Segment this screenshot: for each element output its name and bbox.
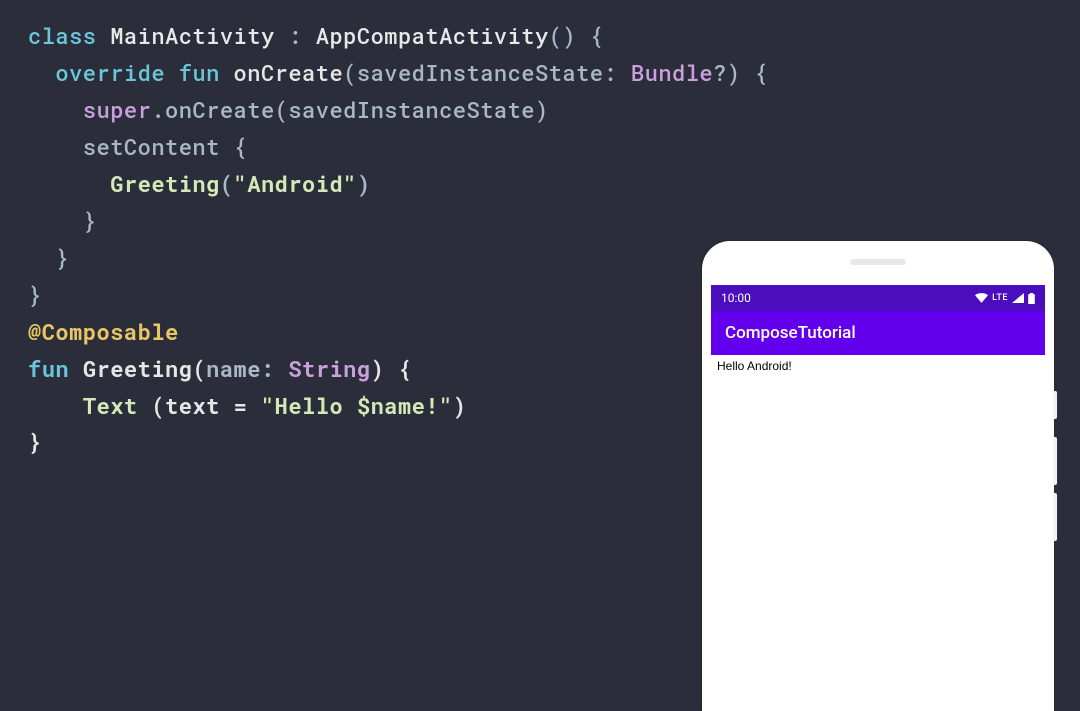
phone-screen: 10:00 LTE ComposeTutorial Hello Android! [711, 285, 1045, 711]
dot: . [151, 95, 165, 124]
paren: ) [357, 169, 371, 198]
paren: ) [371, 354, 385, 383]
brace: } [28, 427, 42, 456]
code-line: } [28, 203, 1052, 240]
status-bar: 10:00 LTE [711, 285, 1045, 311]
paren: ( [343, 58, 357, 87]
brace: } [83, 206, 97, 235]
phone-power-button [1053, 391, 1057, 419]
paren: ( [192, 354, 206, 383]
brace: { [220, 132, 247, 161]
call-greeting: Greeting [110, 169, 220, 198]
screen-content: Hello Android! [711, 355, 1045, 711]
method-name: onCreate [234, 58, 344, 87]
phone-speaker [850, 259, 906, 265]
code-line: super.onCreate(savedInstanceState) [28, 92, 1052, 129]
code-line: setContent { [28, 129, 1052, 166]
call: setContent [83, 132, 220, 161]
colon: : [261, 354, 288, 383]
type: String [288, 354, 370, 383]
phone-mockup: 10:00 LTE ComposeTutorial Hello Android! [702, 241, 1054, 711]
brace: { [576, 21, 603, 50]
status-icons: LTE [975, 293, 1035, 304]
phone-volume-down-button [1053, 493, 1057, 541]
colon: : [604, 58, 631, 87]
lte-label: LTE [992, 293, 1008, 303]
qmark: ? [713, 58, 727, 87]
call: onCreate [165, 95, 275, 124]
keyword-fun: fun [179, 58, 220, 87]
status-time: 10:00 [721, 291, 751, 305]
app-title: ComposeTutorial [725, 323, 856, 343]
func-name: Greeting [83, 354, 193, 383]
brace: } [55, 243, 69, 272]
class-name: MainActivity [110, 21, 274, 50]
type: Bundle [631, 58, 713, 87]
paren: ) [453, 391, 467, 420]
code-line: Greeting("Android") [28, 166, 1052, 203]
super-kw: super [83, 95, 152, 124]
paren: ( [220, 169, 234, 198]
parent-class: AppCompatActivity [316, 21, 549, 50]
body-text: Hello Android! [717, 359, 792, 373]
brace: } [28, 280, 42, 309]
annotation: @Composable [28, 317, 179, 346]
keyword-class: class [28, 21, 97, 50]
string-literal: "Android" [234, 169, 357, 198]
wifi-icon [975, 293, 988, 303]
code-line: class MainActivity : AppCompatActivity()… [28, 18, 1052, 55]
string-literal: "Hello $name!" [261, 391, 453, 420]
code-line: override fun onCreate(savedInstanceState… [28, 55, 1052, 92]
signal-icon [1012, 293, 1024, 303]
parens: () [549, 21, 576, 50]
phone-volume-up-button [1053, 437, 1057, 485]
brace: { [741, 58, 768, 87]
keyword-fun: fun [28, 354, 69, 383]
call-text: Text [83, 391, 138, 420]
battery-icon [1028, 293, 1035, 304]
args: (text = [138, 391, 261, 420]
app-bar: ComposeTutorial [711, 311, 1045, 355]
colon: : [275, 21, 316, 50]
keyword-override: override [55, 58, 165, 87]
args: (savedInstanceState) [275, 95, 549, 124]
param: savedInstanceState [357, 58, 604, 87]
brace: { [384, 354, 411, 383]
param: name [206, 354, 261, 383]
paren: ) [727, 58, 741, 87]
